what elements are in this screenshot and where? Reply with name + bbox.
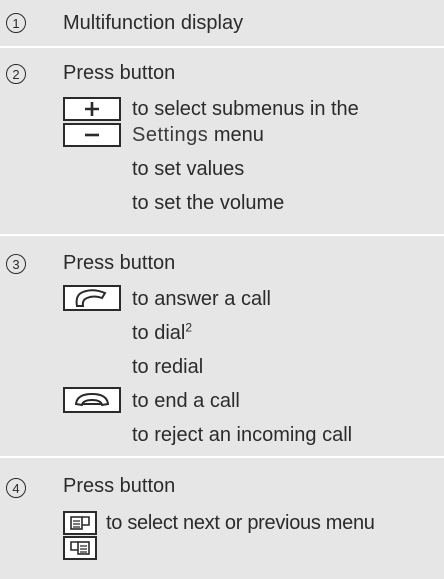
- menu-next-key-icon: [63, 511, 97, 535]
- row-1-text: Multifunction display: [63, 12, 244, 34]
- row-2-line-3: to set values: [132, 158, 245, 180]
- number-4-badge: 4: [6, 478, 26, 498]
- menu-previous-key-icon: [63, 536, 97, 560]
- phone-answer-key-icon: [63, 285, 121, 311]
- menu-word: menu: [213, 124, 264, 146]
- row-4-intro: Press button: [63, 475, 176, 497]
- row-2-intro: Press button: [63, 62, 176, 84]
- number-1-badge: 1: [6, 13, 26, 33]
- row-2: 2 Press button to select submenus in the…: [0, 48, 444, 234]
- row-3: 3 Press button to answer a call to dial2…: [0, 236, 444, 456]
- dial-text: to dial: [132, 322, 186, 344]
- footnote-2: 2: [185, 320, 193, 335]
- row-2-line-4: to set the volume: [132, 192, 285, 214]
- minus-key-icon: [63, 123, 121, 147]
- row-3-line-1: to answer a call: [132, 288, 271, 310]
- plus-key-icon: [63, 97, 121, 121]
- row-2-line-2: Settings menu: [132, 123, 264, 147]
- row-3-line-5: to reject an incoming call: [132, 424, 353, 446]
- settings-menu-name: Settings: [132, 124, 209, 146]
- number-3-badge: 3: [6, 254, 26, 274]
- phone-hangup-key-icon: [63, 387, 121, 413]
- row-3-line-2: to dial2: [132, 321, 192, 345]
- row-2-line-1: to select submenus in the: [132, 98, 359, 120]
- row-3-line-4: to end a call: [132, 390, 240, 412]
- number-2-badge: 2: [6, 64, 26, 84]
- row-3-line-3: to redial: [132, 356, 204, 378]
- row-4: 4 Press button to select next or previou…: [0, 458, 444, 579]
- instructions-table: 1 Multifunction display 2 Press button t…: [0, 0, 444, 579]
- row-3-intro: Press button: [63, 252, 176, 274]
- row-4-line-1: to select next or previous menu: [106, 512, 375, 534]
- row-1: 1 Multifunction display: [0, 0, 444, 46]
